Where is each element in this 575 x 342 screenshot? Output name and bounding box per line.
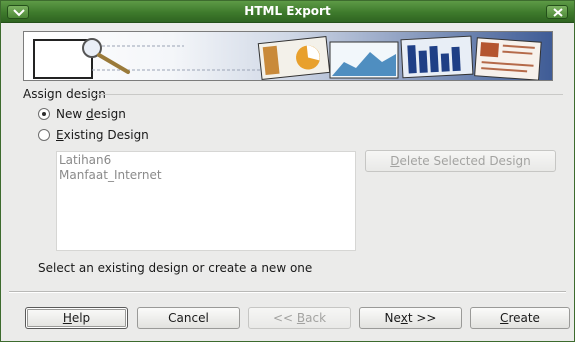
existing-design-label: Existing Design <box>56 128 149 142</box>
group-divider <box>95 94 563 95</box>
window-close-button[interactable] <box>546 5 568 19</box>
next-button[interactable]: Next >> <box>359 307 462 329</box>
presentation-area-chart-icon <box>329 41 399 79</box>
delete-selected-design-button[interactable]: Delete Selected Design <box>365 150 556 172</box>
assign-design-label: Assign design <box>23 87 106 101</box>
footer-separator <box>9 291 566 293</box>
list-item[interactable]: Manfaat_Internet <box>59 168 353 183</box>
banner-illustration <box>33 35 542 80</box>
radio-indicator[interactable] <box>38 108 50 120</box>
wizard-banner <box>23 31 553 81</box>
existing-design-radio[interactable]: Existing Design <box>38 128 149 142</box>
title-bar[interactable]: HTML Export <box>1 1 574 23</box>
help-button[interactable]: Help <box>25 307 128 329</box>
new-design-radio[interactable]: New design <box>38 107 126 121</box>
new-design-label: New design <box>56 107 126 121</box>
list-item[interactable]: Latihan6 <box>59 153 353 168</box>
close-icon <box>553 8 563 17</box>
radio-indicator[interactable] <box>38 129 50 141</box>
window-title: HTML Export <box>244 4 331 18</box>
design-hint-text: Select an existing design or create a ne… <box>38 261 313 275</box>
presentation-text-icon <box>474 37 542 80</box>
presentation-pie-chart-icon <box>257 35 331 80</box>
presentation-bar-chart-icon <box>400 35 474 79</box>
cancel-button[interactable]: Cancel <box>137 307 240 329</box>
back-button[interactable]: << Back <box>248 307 351 329</box>
html-export-dialog: HTML Export Assign design New design Exi… <box>0 0 575 342</box>
create-button[interactable]: Create <box>470 307 570 329</box>
design-list[interactable]: Latihan6 Manfaat_Internet <box>56 151 356 251</box>
